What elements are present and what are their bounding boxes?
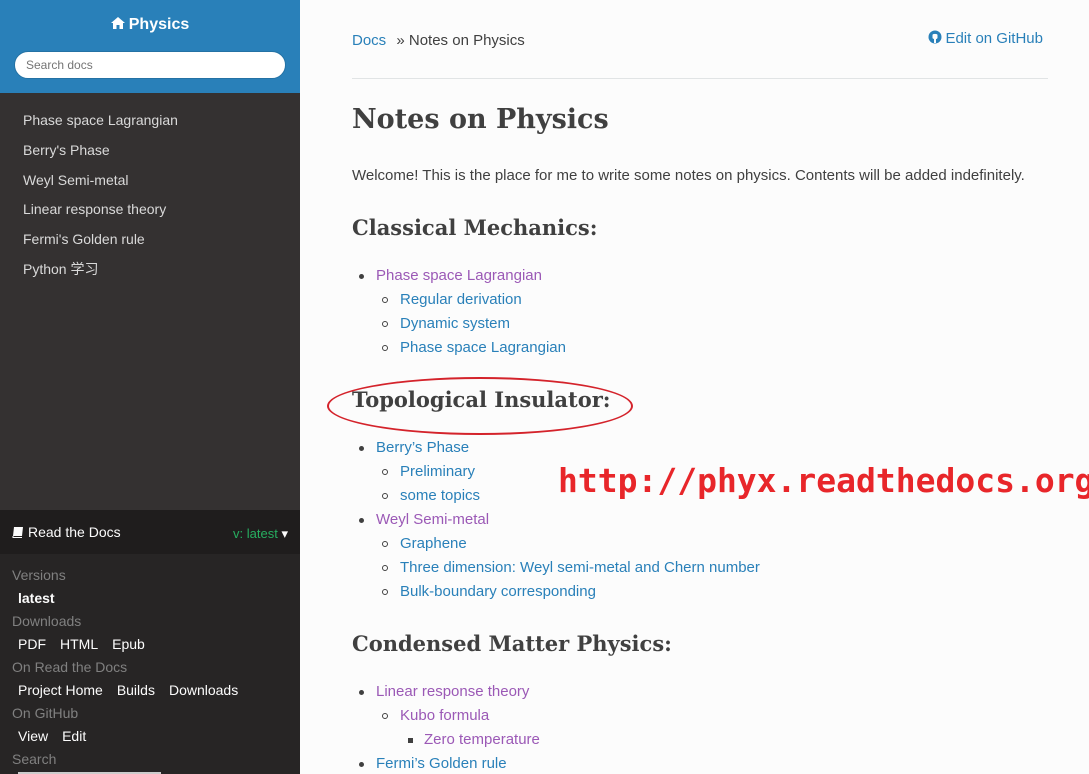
bullet — [382, 565, 388, 571]
download-html[interactable]: HTML — [60, 636, 98, 652]
breadcrumb: Docs » Notes on Physics — [352, 32, 525, 49]
breadcrumb-current: Notes on Physics — [408, 32, 525, 49]
bullet — [382, 713, 388, 719]
toc-link[interactable]: some topics — [400, 487, 480, 504]
rtd-versions-panel: Read the Docs v: latest ▾ Versions lates… — [0, 510, 300, 774]
on-github-heading: On GitHub — [12, 705, 79, 721]
section-heading-condensed: Condensed Matter Physics: — [352, 631, 672, 656]
caret-down-icon: ▾ — [281, 526, 288, 541]
page-title: Notes on Physics — [352, 104, 609, 135]
github-view[interactable]: View — [18, 728, 48, 744]
sidebar-item-weyl[interactable]: Weyl Semi-metal — [0, 166, 300, 196]
toc-link[interactable]: Three dimension: Weyl semi-metal and Che… — [400, 559, 760, 576]
bullet — [382, 345, 388, 351]
sidebar-menu: Phase space Lagrangian Berry's Phase Wey… — [0, 106, 300, 285]
sidebar-item-linear-response[interactable]: Linear response theory — [0, 195, 300, 225]
home-icon — [110, 16, 125, 34]
sidebar-header: Physics — [0, 0, 300, 93]
rtd-downloads[interactable]: Downloads — [169, 682, 238, 698]
rtd-builds[interactable]: Builds — [117, 682, 155, 698]
toc-link[interactable]: Zero temperature — [424, 731, 540, 748]
on-github-list: View Edit — [18, 728, 100, 744]
intro-paragraph: Welcome! This is the place for me to wri… — [352, 167, 1025, 184]
bullet — [359, 518, 364, 523]
main-content: Docs » Notes on Physics Edit on GitHub N… — [300, 0, 1089, 774]
toc-link[interactable]: Regular derivation — [400, 291, 522, 308]
bullet — [359, 762, 364, 767]
bullet — [359, 690, 364, 695]
toc-link[interactable]: Phase space Lagrangian — [400, 339, 566, 356]
annotation-url: http://phyx.readthedocs.org/ — [558, 461, 1089, 500]
version-label: v: latest — [233, 526, 278, 541]
toc-link[interactable]: Linear response theory — [376, 683, 529, 700]
toc-link[interactable]: Fermi’s Golden rule — [376, 755, 507, 772]
github-edit[interactable]: Edit — [62, 728, 86, 744]
bullet — [382, 297, 388, 303]
download-pdf[interactable]: PDF — [18, 636, 46, 652]
toc-link[interactable]: Graphene — [400, 535, 467, 552]
on-rtd-heading: On Read the Docs — [12, 659, 128, 675]
bullet — [359, 446, 364, 451]
downloads-list: PDF HTML Epub — [18, 636, 159, 652]
rtd-title: Read the Docs — [12, 524, 121, 540]
rtd-project-home[interactable]: Project Home — [18, 682, 103, 698]
breadcrumb-docs-link[interactable]: Docs — [352, 32, 386, 49]
toc-link[interactable]: Berry’s Phase — [376, 439, 469, 456]
bullet — [382, 589, 388, 595]
toc-link[interactable]: Bulk-boundary corresponding — [400, 583, 596, 600]
sidebar-item-fermi[interactable]: Fermi's Golden rule — [0, 225, 300, 255]
search-input[interactable] — [14, 51, 286, 79]
downloads-heading: Downloads — [12, 613, 82, 629]
version-selector[interactable]: v: latest ▾ — [233, 526, 288, 542]
book-icon — [12, 527, 23, 538]
search-heading: Search — [12, 751, 57, 767]
versions-list: latest — [18, 590, 69, 606]
edit-on-github-label: Edit on GitHub — [945, 30, 1043, 47]
section-heading-classical: Classical Mechanics: — [352, 215, 598, 240]
version-latest[interactable]: latest — [18, 590, 55, 606]
sidebar: Physics Phase space Lagrangian Berry's P… — [0, 0, 300, 774]
sidebar-item-phase-space[interactable]: Phase space Lagrangian — [0, 106, 300, 136]
edit-on-github-link[interactable]: Edit on GitHub — [928, 30, 1043, 47]
rtd-title-label: Read the Docs — [28, 524, 121, 540]
download-epub[interactable]: Epub — [112, 636, 145, 652]
github-icon — [928, 30, 942, 44]
bullet — [382, 541, 388, 547]
toc-link[interactable]: Preliminary — [400, 463, 475, 480]
toc-link[interactable]: Kubo formula — [400, 707, 489, 724]
rtd-bar[interactable]: Read the Docs v: latest ▾ — [0, 510, 300, 554]
toc-link[interactable]: Dynamic system — [400, 315, 510, 332]
bullet — [382, 469, 388, 475]
breadcrumb-separator: » — [396, 32, 405, 49]
bullet — [382, 321, 388, 327]
brand-label: Physics — [128, 16, 190, 33]
header-divider — [352, 78, 1048, 79]
section-heading-topological: Topological Insulator: — [352, 387, 611, 412]
bullet — [408, 738, 413, 743]
toc-link[interactable]: Weyl Semi-metal — [376, 511, 489, 528]
versions-heading: Versions — [12, 567, 66, 583]
sidebar-item-python[interactable]: Python 学习 — [0, 255, 300, 285]
sidebar-item-berry-phase[interactable]: Berry's Phase — [0, 136, 300, 166]
bullet — [359, 274, 364, 279]
brand-link[interactable]: Physics — [0, 16, 300, 34]
toc-link[interactable]: Phase space Lagrangian — [376, 267, 542, 284]
on-rtd-list: Project Home Builds Downloads — [18, 682, 252, 698]
bullet — [382, 493, 388, 499]
